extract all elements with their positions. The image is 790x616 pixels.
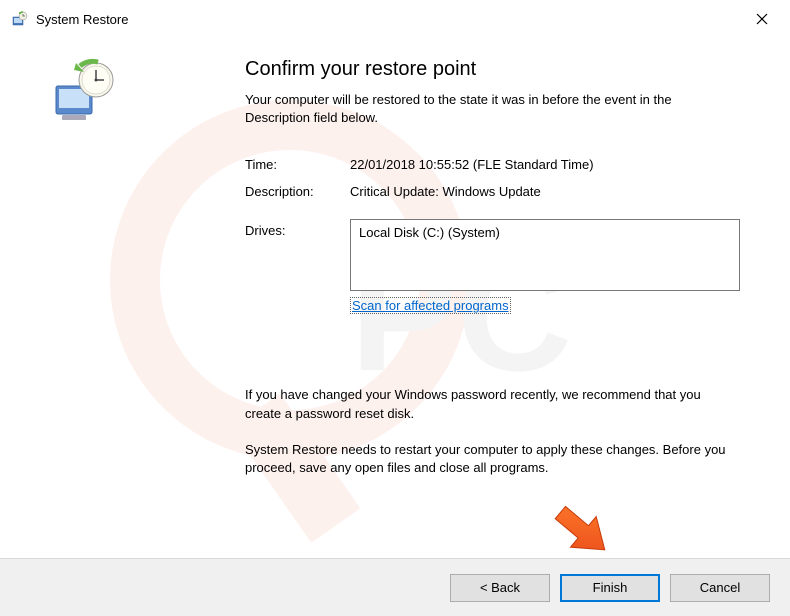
drives-listbox[interactable]: Local Disk (C:) (System) <box>350 219 740 291</box>
drives-label: Drives: <box>245 219 350 291</box>
time-label: Time: <box>245 157 350 172</box>
sidebar <box>20 50 245 558</box>
page-subtext: Your computer will be restored to the st… <box>245 91 725 127</box>
description-row: Description: Critical Update: Windows Up… <box>245 184 760 199</box>
description-label: Description: <box>245 184 350 199</box>
system-restore-window: PC System Restore <box>0 0 790 616</box>
cancel-button[interactable]: Cancel <box>670 574 770 602</box>
close-button[interactable] <box>742 5 782 33</box>
titlebar-left: System Restore <box>12 11 128 27</box>
back-button[interactable]: < Back <box>450 574 550 602</box>
button-bar: < Back Finish Cancel <box>0 558 790 616</box>
time-value: 22/01/2018 10:55:52 (FLE Standard Time) <box>350 157 594 172</box>
page-heading: Confirm your restore point <box>245 58 760 81</box>
warning-section: If you have changed your Windows passwor… <box>245 386 760 477</box>
restart-warning-text: System Restore needs to restart your com… <box>245 441 735 477</box>
system-restore-icon <box>12 11 28 27</box>
main-panel: Confirm your restore point Your computer… <box>245 50 760 558</box>
restore-computer-icon <box>50 58 110 118</box>
drives-value: Local Disk (C:) (System) <box>359 225 500 240</box>
drives-row: Drives: Local Disk (C:) (System) <box>245 219 760 291</box>
password-warning-text: If you have changed your Windows passwor… <box>245 386 735 422</box>
scan-affected-programs-link[interactable]: Scan for affected programs <box>350 297 511 314</box>
finish-button[interactable]: Finish <box>560 574 660 602</box>
window-title: System Restore <box>36 12 128 27</box>
time-row: Time: 22/01/2018 10:55:52 (FLE Standard … <box>245 157 760 172</box>
titlebar: System Restore <box>0 0 790 38</box>
description-value: Critical Update: Windows Update <box>350 184 541 199</box>
content-area: Confirm your restore point Your computer… <box>0 38 790 558</box>
